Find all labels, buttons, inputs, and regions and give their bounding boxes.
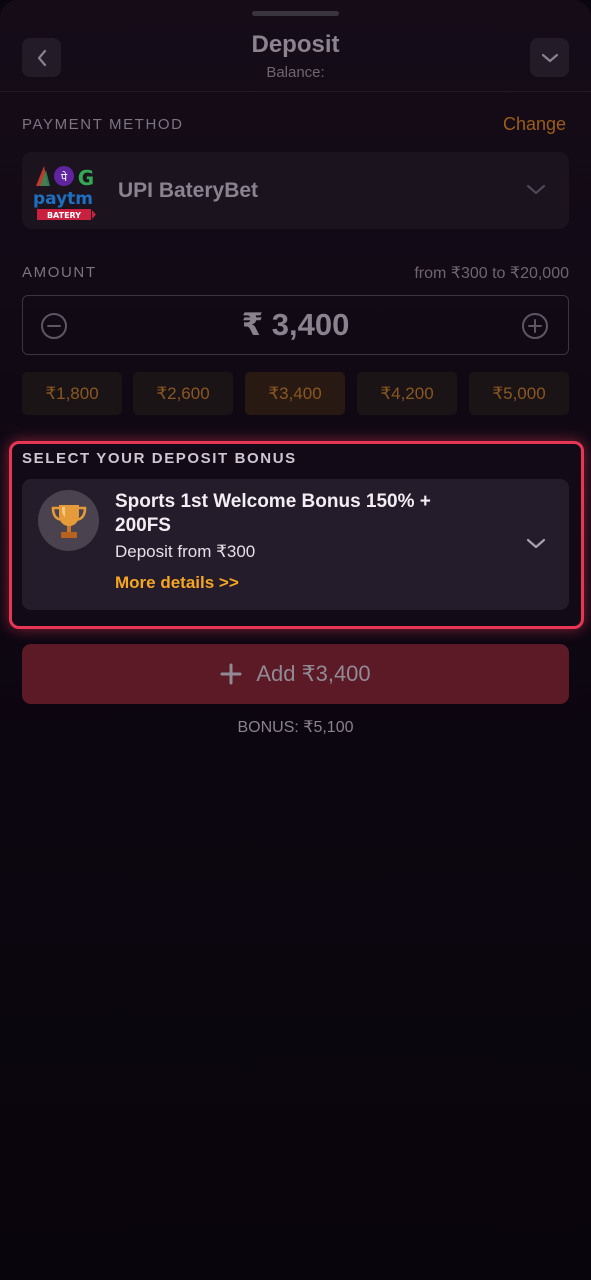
- add-deposit-label: Add ₹3,400: [256, 661, 371, 686]
- trophy-icon: [51, 504, 86, 538]
- amount-preset-chip[interactable]: ₹5,000: [469, 372, 569, 415]
- amount-preset-chip[interactable]: ₹1,800: [22, 372, 122, 415]
- bonus-selector[interactable]: Sports 1st Welcome Bonus 150% + 200FS De…: [22, 479, 569, 610]
- plus-icon: [220, 663, 242, 685]
- amount-preset-chip[interactable]: ₹2,600: [133, 372, 233, 415]
- chevron-down-icon[interactable]: [525, 535, 547, 551]
- payment-method-label: PAYMENT METHOD: [22, 116, 184, 133]
- amount-input[interactable]: ₹ 3,400: [22, 295, 569, 355]
- bonus-title: Sports 1st Welcome Bonus 150% + 200FS: [115, 491, 431, 536]
- amount-label: AMOUNT: [22, 264, 97, 281]
- payment-method-name: UPI BateryBet: [118, 179, 259, 202]
- collapse-button[interactable]: [530, 38, 569, 77]
- bonus-min-deposit: Deposit from ₹300: [115, 542, 256, 561]
- add-deposit-button[interactable]: Add ₹3,400: [22, 644, 569, 704]
- paytm-wordmark: paytm: [33, 189, 93, 209]
- chevron-down-icon: [541, 53, 558, 62]
- amount-preset-chip-selected[interactable]: ₹3,400: [245, 372, 345, 415]
- page-title: Deposit: [251, 31, 340, 58]
- header: Deposit Balance:: [0, 0, 591, 92]
- amount-value[interactable]: ₹ 3,400: [23, 307, 568, 343]
- deposit-sheet: Deposit Balance: PAYMENT METHOD Change प…: [0, 0, 591, 1280]
- payment-method-selector[interactable]: पे G paytm BATERY UPI BateryBet: [22, 152, 569, 229]
- balance-label: Balance:: [266, 64, 325, 81]
- bonus-section-label: SELECT YOUR DEPOSIT BONUS: [22, 450, 297, 467]
- bonus-icon-circle: [38, 490, 99, 551]
- bonus-more-details-link[interactable]: More details >>: [115, 573, 239, 593]
- batery-badge: BATERY: [47, 211, 81, 220]
- amount-range: from ₹300 to ₹20,000: [414, 265, 569, 282]
- upi-method-logo: पे G paytm BATERY: [33, 166, 96, 220]
- amount-preset-chip[interactable]: ₹4,200: [357, 372, 457, 415]
- bonus-total: BONUS: ₹5,100: [237, 719, 354, 736]
- change-method-link[interactable]: Change: [503, 114, 566, 135]
- plus-icon[interactable]: [521, 312, 549, 340]
- google-glyph: G: [78, 166, 94, 190]
- phonepe-glyph: पे: [61, 171, 68, 184]
- chevron-down-icon: [526, 184, 546, 195]
